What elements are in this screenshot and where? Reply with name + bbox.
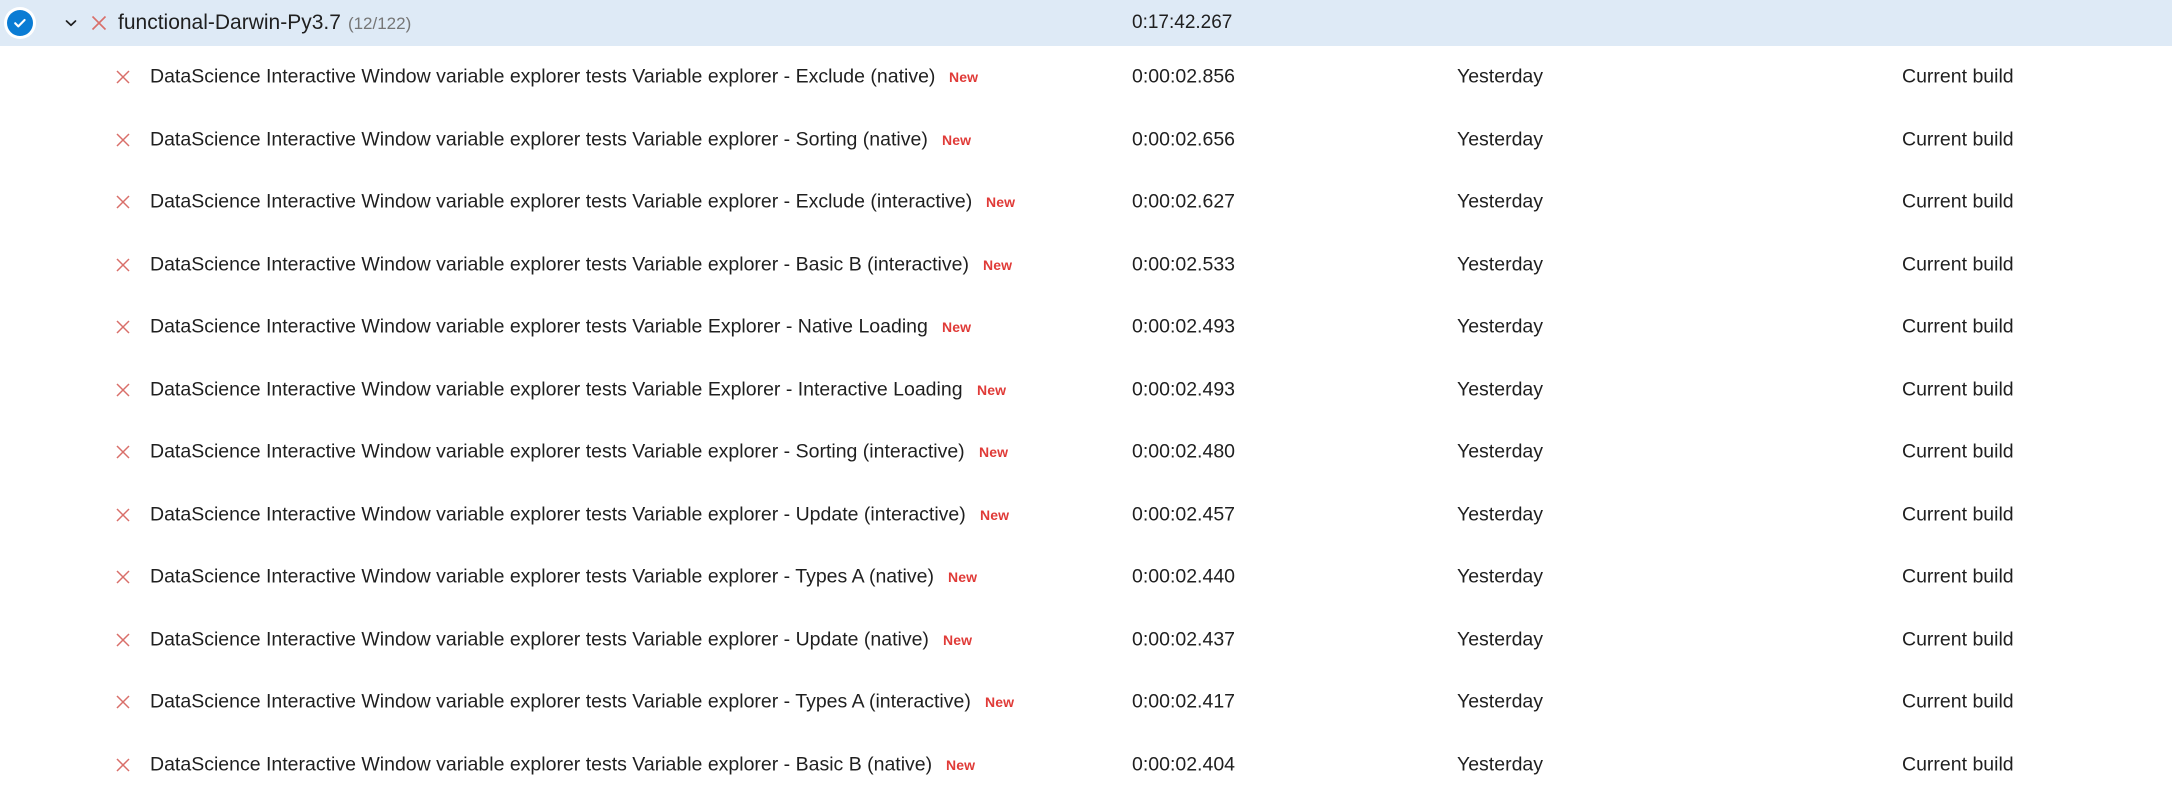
table-row[interactable]: DataScience Interactive Window variable … [0,608,2172,671]
test-failing-since: Yesterday [1457,440,1544,463]
test-duration: 0:00:02.856 [1132,65,1236,88]
table-row[interactable]: DataScience Interactive Window variable … [0,546,2172,609]
test-build: Current build [1902,503,2014,526]
table-row[interactable]: DataScience Interactive Window variable … [0,421,2172,484]
new-badge: New [948,569,978,586]
chevron-down-icon[interactable] [62,14,80,32]
fail-x-icon [113,255,133,275]
fail-x-icon [113,67,133,87]
test-duration: 0:00:02.627 [1132,190,1236,213]
test-build: Current build [1902,65,2014,88]
test-failing-since: Yesterday [1457,65,1544,88]
test-build: Current build [1902,128,2014,151]
table-row[interactable]: DataScience Interactive Window variable … [0,733,2172,796]
test-build: Current build [1902,190,2014,213]
test-group-name: functional-Darwin-Py3.7 [118,11,341,34]
new-badge: New [949,69,979,86]
new-badge: New [979,444,1009,461]
fail-x-icon [113,317,133,337]
test-name: DataScience Interactive Window variable … [150,253,969,276]
fail-x-icon [113,755,133,775]
test-build: Current build [1902,378,2014,401]
fail-x-icon [113,630,133,650]
fail-x-icon [113,567,133,587]
table-row[interactable]: DataScience Interactive Window variable … [0,358,2172,421]
test-build: Current build [1902,253,2014,276]
test-name: DataScience Interactive Window variable … [150,753,933,776]
test-failing-since: Yesterday [1457,378,1544,401]
test-group-title: functional-Darwin-Py3.7 (12/122) [118,11,411,35]
fail-x-icon [113,442,133,462]
test-failing-since: Yesterday [1457,565,1544,588]
new-badge: New [980,506,1010,523]
fail-x-icon [113,380,133,400]
test-group-header-row[interactable]: functional-Darwin-Py3.7 (12/122) 0:17:42.… [0,0,2172,46]
table-row[interactable]: DataScience Interactive Window variable … [0,171,2172,234]
test-name: DataScience Interactive Window variable … [150,378,963,401]
test-build: Current build [1902,753,2014,776]
test-duration: 0:00:02.440 [1132,565,1236,588]
test-build: Current build [1902,440,2014,463]
table-row[interactable]: DataScience Interactive Window variable … [0,108,2172,171]
test-build: Current build [1902,628,2014,651]
test-failing-since: Yesterday [1457,690,1544,713]
table-row[interactable]: DataScience Interactive Window variable … [0,671,2172,734]
fail-x-icon [88,12,110,34]
test-name: DataScience Interactive Window variable … [150,503,966,526]
test-row-list: DataScience Interactive Window variable … [0,46,2172,796]
fail-x-icon [113,692,133,712]
test-duration: 0:00:02.656 [1132,128,1236,151]
test-results-grid: functional-Darwin-Py3.7 (12/122) 0:17:42.… [0,0,2172,796]
fail-x-icon [113,192,133,212]
table-row[interactable]: DataScience Interactive Window variable … [0,483,2172,546]
test-name: DataScience Interactive Window variable … [150,128,928,151]
test-duration: 0:00:02.493 [1132,378,1236,401]
test-name: DataScience Interactive Window variable … [150,690,971,713]
test-group-duration: 0:17:42.267 [1132,12,1233,33]
test-duration: 0:00:02.480 [1132,440,1236,463]
test-name: DataScience Interactive Window variable … [150,65,936,88]
test-duration: 0:00:02.404 [1132,753,1236,776]
test-duration: 0:00:02.493 [1132,315,1236,338]
test-duration: 0:00:02.457 [1132,503,1236,526]
test-name: DataScience Interactive Window variable … [150,190,973,213]
test-group-count: (12/122) [347,14,412,33]
test-build: Current build [1902,565,2014,588]
test-duration: 0:00:02.437 [1132,628,1236,651]
test-failing-since: Yesterday [1457,253,1544,276]
test-duration: 0:00:02.417 [1132,690,1236,713]
new-badge: New [942,319,972,336]
new-badge: New [946,756,976,773]
test-name: DataScience Interactive Window variable … [150,628,929,651]
new-badge: New [983,256,1013,273]
test-name: DataScience Interactive Window variable … [150,565,934,588]
test-build: Current build [1902,315,2014,338]
test-failing-since: Yesterday [1457,753,1544,776]
fail-x-icon [113,505,133,525]
new-badge: New [986,194,1016,211]
table-row[interactable]: DataScience Interactive Window variable … [0,296,2172,359]
test-failing-since: Yesterday [1457,128,1544,151]
fail-x-icon [113,130,133,150]
test-failing-since: Yesterday [1457,315,1544,338]
new-badge: New [985,694,1015,711]
new-badge: New [942,131,972,148]
table-row[interactable]: DataScience Interactive Window variable … [0,46,2172,109]
test-build: Current build [1902,690,2014,713]
check-circle-icon[interactable] [7,10,33,36]
new-badge: New [943,631,973,648]
test-name: DataScience Interactive Window variable … [150,315,928,338]
test-failing-since: Yesterday [1457,628,1544,651]
new-badge: New [977,381,1007,398]
test-duration: 0:00:02.533 [1132,253,1236,276]
test-failing-since: Yesterday [1457,190,1544,213]
test-name: DataScience Interactive Window variable … [150,440,965,463]
table-row[interactable]: DataScience Interactive Window variable … [0,233,2172,296]
test-failing-since: Yesterday [1457,503,1544,526]
